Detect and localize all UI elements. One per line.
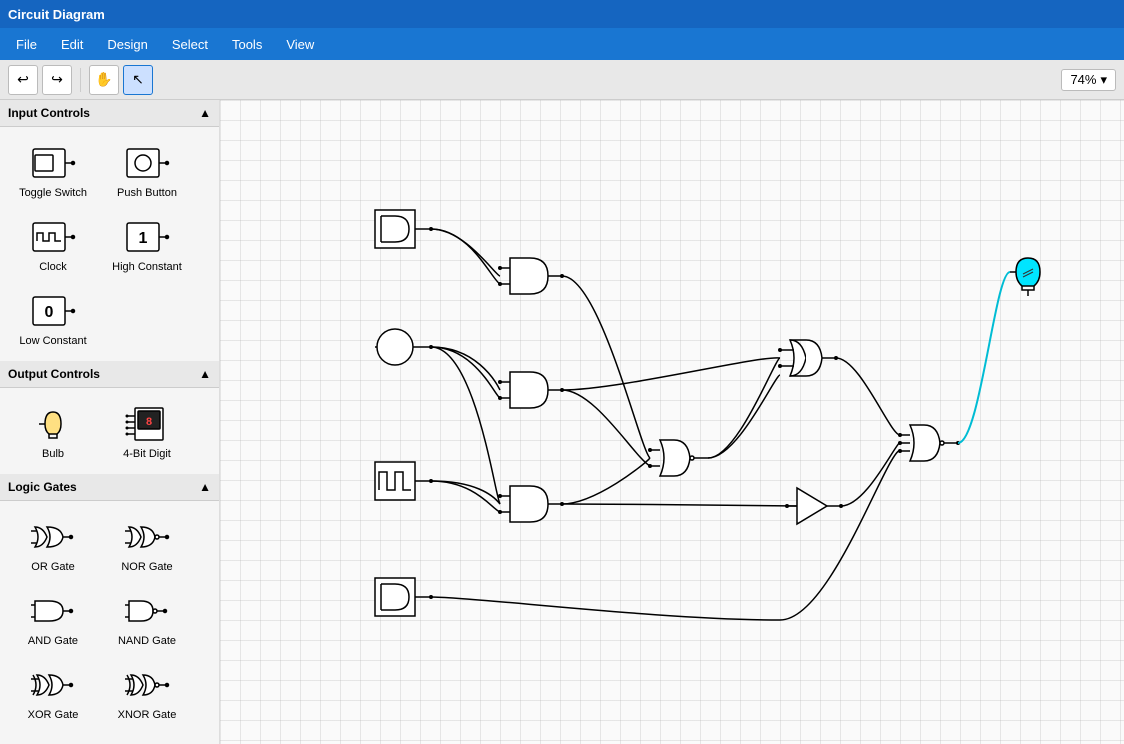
zoom-control[interactable]: 74% ▾ <box>1061 69 1116 91</box>
clock-label: Clock <box>39 261 67 273</box>
titlebar: Circuit Diagram <box>0 0 1124 28</box>
4bit-digit-icon: 8 <box>117 402 177 446</box>
logic-gates-content: OR Gate NOR Gate <box>0 501 219 735</box>
section-logic-gates[interactable]: Logic Gates ▲ <box>0 474 219 501</box>
select-button[interactable]: ↖ <box>123 65 153 95</box>
svg-text:8: 8 <box>146 416 152 428</box>
xor-gate-label: XOR Gate <box>28 709 79 721</box>
component-push-button[interactable]: Push Button <box>102 135 192 205</box>
toggle-switch-icon <box>23 141 83 185</box>
or-gate-icon <box>23 515 83 559</box>
and-gate-label: AND Gate <box>28 635 78 647</box>
push-button-label: Push Button <box>117 187 177 199</box>
component-xnor-gate[interactable]: XNOR Gate <box>102 657 192 727</box>
redo-button[interactable]: ↪ <box>42 65 72 95</box>
4bit-digit-label: 4-Bit Digit <box>123 448 171 460</box>
low-constant-label: Low Constant <box>19 335 86 347</box>
circuit-canvas[interactable] <box>220 100 1124 744</box>
pan-button[interactable]: ✋ <box>89 65 119 95</box>
zoom-dropdown-icon: ▾ <box>1100 72 1107 88</box>
component-toggle-switch[interactable]: Toggle Switch <box>8 135 98 205</box>
svg-text:0: 0 <box>45 304 54 321</box>
menubar: File Edit Design Select Tools View <box>0 28 1124 60</box>
section-output-controls-chevron: ▲ <box>199 367 211 381</box>
menu-select[interactable]: Select <box>160 33 220 56</box>
section-output-controls-label: Output Controls <box>8 367 100 381</box>
toolbar: ↩ ↪ ✋ ↖ 74% ▾ <box>0 60 1124 100</box>
high-constant-label: High Constant <box>112 261 182 273</box>
output-controls-content: Bulb 8 <box>0 388 219 474</box>
bulb-label: Bulb <box>42 448 64 460</box>
component-clock[interactable]: Clock <box>8 209 98 279</box>
component-bulb[interactable]: Bulb <box>8 396 98 466</box>
menu-edit[interactable]: Edit <box>49 33 95 56</box>
high-constant-icon: 1 <box>117 215 177 259</box>
component-high-constant[interactable]: 1 High Constant <box>102 209 192 279</box>
nor-gate-icon <box>117 515 177 559</box>
low-constant-icon: 0 <box>23 289 83 333</box>
nand-gate-icon <box>117 589 177 633</box>
section-output-controls[interactable]: Output Controls ▲ <box>0 361 219 388</box>
section-input-controls[interactable]: Input Controls ▲ <box>0 100 219 127</box>
menu-view[interactable]: View <box>274 33 326 56</box>
component-nand-gate[interactable]: NAND Gate <box>102 583 192 653</box>
component-nor-gate[interactable]: NOR Gate <box>102 509 192 579</box>
undo-button[interactable]: ↩ <box>8 65 38 95</box>
section-input-controls-label: Input Controls <box>8 106 90 120</box>
bulb-icon <box>23 402 83 446</box>
menu-design[interactable]: Design <box>95 33 159 56</box>
nor-gate-label: NOR Gate <box>121 561 172 573</box>
section-logic-gates-label: Logic Gates <box>8 480 77 494</box>
section-input-controls-chevron: ▲ <box>199 106 211 120</box>
main-area: Input Controls ▲ Toggle Switch <box>0 100 1124 744</box>
svg-text:1: 1 <box>139 230 148 247</box>
nand-gate-label: NAND Gate <box>118 635 176 647</box>
toggle-switch-label: Toggle Switch <box>19 187 87 199</box>
circuit-diagram-svg <box>220 100 1124 744</box>
or-gate-label: OR Gate <box>31 561 74 573</box>
component-or-gate[interactable]: OR Gate <box>8 509 98 579</box>
app-title: Circuit Diagram <box>8 7 105 22</box>
xnor-gate-label: XNOR Gate <box>118 709 177 721</box>
toolbar-separator <box>80 68 81 92</box>
sidebar: Input Controls ▲ Toggle Switch <box>0 100 220 744</box>
component-and-gate[interactable]: AND Gate <box>8 583 98 653</box>
clock-icon <box>23 215 83 259</box>
and-gate-icon <box>23 589 83 633</box>
menu-tools[interactable]: Tools <box>220 33 274 56</box>
xor-gate-icon <box>23 663 83 707</box>
section-logic-gates-chevron: ▲ <box>199 480 211 494</box>
menu-file[interactable]: File <box>4 33 49 56</box>
component-low-constant[interactable]: 0 Low Constant <box>8 283 98 353</box>
component-4bit-digit[interactable]: 8 4-Bit Digit <box>102 396 192 466</box>
push-button-icon <box>117 141 177 185</box>
zoom-value: 74% <box>1070 72 1096 87</box>
input-controls-content: Toggle Switch Push Button <box>0 127 219 361</box>
component-xor-gate[interactable]: XOR Gate <box>8 657 98 727</box>
xnor-gate-icon <box>117 663 177 707</box>
